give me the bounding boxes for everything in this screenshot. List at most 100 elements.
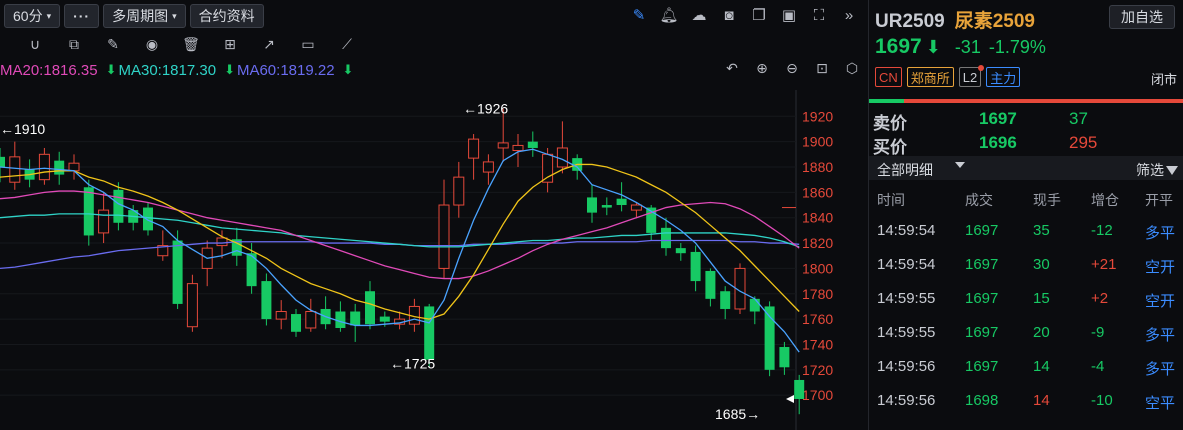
price-change: -31 <box>954 36 981 57</box>
multi-period-label: 多周期图 <box>112 8 169 24</box>
ma30-arrow-icon: ⬇ <box>105 62 117 77</box>
candle-body <box>661 227 671 249</box>
undo-icon[interactable]: ↶ <box>722 58 742 78</box>
ma10-line <box>0 163 800 320</box>
ask-price: 1697 <box>979 109 1017 128</box>
cell-time: 14:59:54 <box>877 222 936 239</box>
table-row[interactable]: 14:59:56 1698 14 -10 空平 <box>869 392 1183 414</box>
col-open-close: 开平 <box>1145 192 1173 208</box>
chart-controls: ↶ ⊕ ⊖ ⊡ ⬡ <box>722 58 862 78</box>
collapse-panel-icon[interactable]: » <box>838 4 860 26</box>
share-icon[interactable]: ↗ <box>259 34 279 54</box>
cell-time: 14:59:54 <box>877 256 936 273</box>
settings-icon[interactable]: ⬡ <box>842 58 862 78</box>
contract-info-button[interactable]: 合约资料 <box>189 4 264 28</box>
y-tick-label: 1740 <box>802 336 833 352</box>
comment-icon[interactable]: ▭ <box>298 34 318 54</box>
candle-body <box>527 141 538 148</box>
table-row[interactable]: 14:59:56 1697 14 -4 多平 <box>869 358 1183 380</box>
main-contract-badge: 主力 <box>986 67 1021 87</box>
candle-body <box>512 144 524 152</box>
trash-icon[interactable]: 🗑︎ <box>181 34 201 54</box>
level2-badge[interactable]: L2 <box>958 65 985 87</box>
zoom-out-icon[interactable]: ⊖ <box>782 58 802 78</box>
cell-type: 空平 <box>1145 395 1176 412</box>
layer-icon[interactable]: ⧉ <box>64 34 84 54</box>
bid-volume: 295 <box>1069 133 1098 152</box>
ruler-icon[interactable]: ⟋ <box>337 34 357 54</box>
details-title[interactable]: 全部明细 <box>877 160 933 180</box>
price-change-pct: -1.79% <box>988 36 1046 57</box>
candle-body <box>0 156 5 167</box>
fullscreen-icon[interactable]: ⛶ <box>808 4 830 26</box>
candle-body <box>705 270 716 299</box>
y-tick-label: 1860 <box>802 184 833 200</box>
candle-body <box>468 138 480 159</box>
ma20-label: MA20:1816.35 <box>0 61 98 79</box>
add-watchlist-button[interactable]: 加自选 <box>1109 5 1175 29</box>
funnel-icon <box>1166 165 1178 175</box>
cell-type: 多平 <box>1145 327 1176 344</box>
chart-toolbar: 60分 ▾ ··· 多周期图 ▾ 合约资料 ✎ 🔔︎ ☁ ◙ ❐ ▣ ⛶ » <box>0 0 866 32</box>
col-time: 时间 <box>877 192 905 208</box>
eye-icon[interactable]: ◉ <box>142 34 162 54</box>
camera-icon[interactable]: ◙ <box>718 4 740 26</box>
cloud-icon[interactable]: ☁ <box>688 4 710 26</box>
magnet-icon[interactable]: ∪ <box>25 34 45 54</box>
table-row[interactable]: 14:59:54 1697 30 +21 空开 <box>869 256 1183 278</box>
price-annotation: ←1910 <box>0 121 45 137</box>
draw-pen-icon[interactable]: ✎ <box>628 4 650 26</box>
cell-oi: +2 <box>1091 290 1109 307</box>
price-row: 1697 ⬇ -31 -1.79% <box>875 35 1046 59</box>
candle-body <box>616 198 627 206</box>
cell-price: 1698 <box>965 392 999 409</box>
y-tick-label: 1920 <box>802 108 833 124</box>
candle-body <box>601 205 612 208</box>
monitor-icon[interactable]: ▣ <box>778 4 800 26</box>
cell-type: 多平 <box>1145 225 1176 242</box>
table-row[interactable]: 14:59:55 1697 15 +2 空开 <box>869 290 1183 312</box>
candle-body <box>779 347 790 368</box>
candle-body <box>587 197 597 213</box>
copy-window-icon[interactable]: ❐ <box>748 4 770 26</box>
y-tick-label: 1840 <box>802 210 833 226</box>
level2-label: L2 <box>962 69 978 85</box>
cell-type: 多平 <box>1145 361 1176 378</box>
price-annotation: ←1926 <box>463 101 508 117</box>
cell-vol: 14 <box>1033 358 1050 375</box>
more-button[interactable]: ··· <box>64 4 100 28</box>
quote-panel: UR2509 尿素2509 加自选 1697 ⬇ -31 -1.79% CN 郑商… <box>868 0 1183 430</box>
y-tick-label: 1700 <box>802 387 833 403</box>
candle-body <box>749 298 760 312</box>
cell-price: 1697 <box>965 358 999 375</box>
table-row[interactable]: 14:59:55 1697 20 -9 多平 <box>869 324 1183 346</box>
bell-icon[interactable]: 🔔︎ <box>658 4 680 26</box>
candle-body <box>630 204 642 211</box>
cell-vol: 15 <box>1033 290 1050 307</box>
cell-oi: -9 <box>1091 324 1105 341</box>
contract-info-label: 合约资料 <box>198 8 255 24</box>
candle-body <box>350 311 361 326</box>
filter-button[interactable]: 筛选 <box>1136 160 1178 180</box>
candle-body <box>438 204 450 269</box>
candle-body <box>305 311 317 329</box>
candle-body <box>690 251 701 282</box>
candle-body <box>424 306 435 360</box>
symbol-code: UR2509 <box>875 11 945 32</box>
candle-body <box>275 311 287 320</box>
pencil-icon[interactable]: ✎ <box>103 34 123 54</box>
table-row[interactable]: 14:59:54 1697 35 -12 多平 <box>869 222 1183 244</box>
zoom-in-icon[interactable]: ⊕ <box>752 58 772 78</box>
ma-legend: MA20:1816.35 ⬇ MA30:1817.30 ⬇ MA60:1819.… <box>0 60 361 80</box>
y-tick-label: 1880 <box>802 159 833 175</box>
grid-icon[interactable]: ⊞ <box>220 34 240 54</box>
reset-zoom-icon[interactable]: ⊡ <box>812 58 832 78</box>
tag-row: CN 郑商所 L2 主力 <box>875 65 1021 87</box>
details-table-header: 时间 成交 现手 增仓 开平 <box>869 190 1183 210</box>
more-label: ··· <box>73 8 91 24</box>
multi-period-button[interactable]: 多周期图 ▾ <box>103 4 186 28</box>
period-button[interactable]: 60分 ▾ <box>4 4 61 28</box>
ma-trailing-arrow-icon: ⬇ <box>342 62 354 77</box>
dropdown-triangle-icon[interactable] <box>955 162 965 168</box>
ma30-label: MA30:1817.30 <box>118 61 217 79</box>
